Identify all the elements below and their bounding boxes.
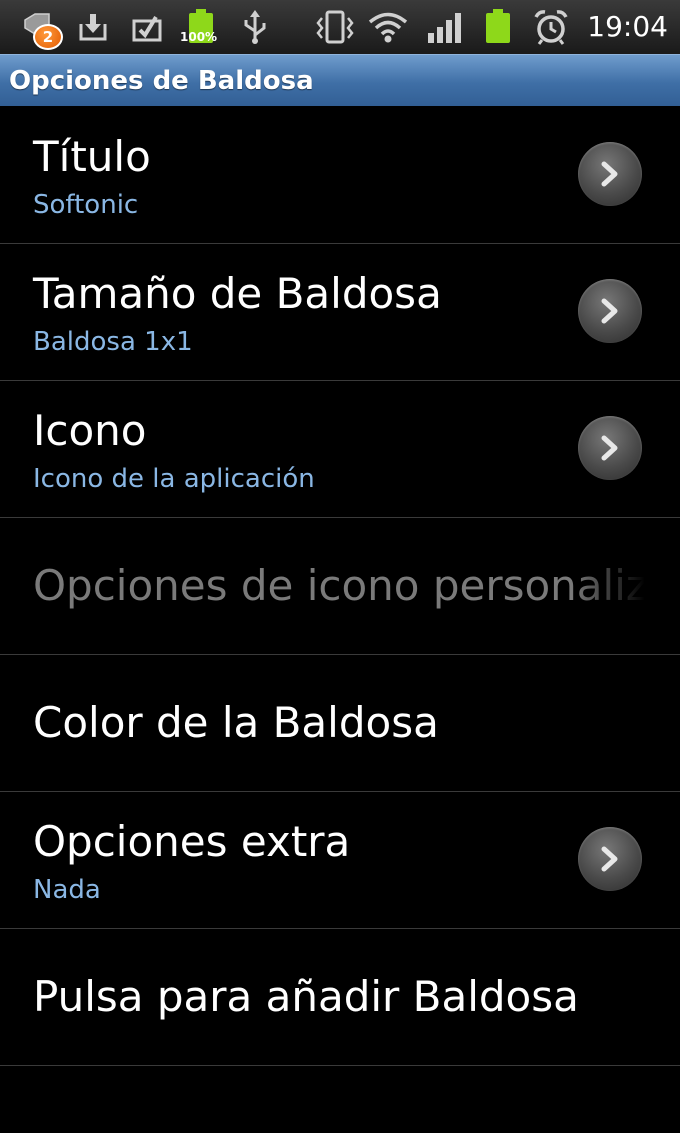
setting-row-custom-icon-options: Opciones de icono personalizado: [0, 518, 680, 655]
setting-summary: Softonic: [33, 190, 139, 220]
signal-icon: [426, 8, 464, 46]
settings-list: Título Softonic Tamaño de Baldosa Baldos…: [0, 107, 680, 1066]
setting-summary: Baldosa 1x1: [33, 327, 193, 357]
chevron-right-icon[interactable]: [578, 416, 642, 480]
setting-title: Tamaño de Baldosa: [33, 269, 442, 318]
setting-title: Opciones de icono personalizado: [33, 561, 645, 610]
title-bar: Opciones de Baldosa: [0, 54, 680, 106]
checkmark-icon: [130, 8, 164, 46]
setting-row-tile-color[interactable]: Color de la Baldosa: [0, 655, 680, 792]
setting-row-title[interactable]: Título Softonic: [0, 107, 680, 244]
vibrate-icon: [313, 8, 357, 46]
page-title: Opciones de Baldosa: [9, 66, 314, 96]
setting-row-extra-options[interactable]: Opciones extra Nada: [0, 792, 680, 929]
setting-summary: Nada: [33, 875, 101, 905]
setting-title: Título: [33, 132, 151, 181]
setting-row-icon[interactable]: Icono Icono de la aplicación: [0, 381, 680, 518]
setting-title: Icono: [33, 406, 147, 455]
usb-icon: [240, 8, 270, 46]
notification-count-badge: 2: [33, 24, 63, 50]
chevron-right-icon[interactable]: [578, 279, 642, 343]
alarm-icon: [532, 8, 570, 46]
setting-row-tile-size[interactable]: Tamaño de Baldosa Baldosa 1x1: [0, 244, 680, 381]
chevron-right-icon[interactable]: [578, 827, 642, 891]
setting-title: Color de la Baldosa: [33, 698, 439, 747]
add-tile-button: Pulsa para añadir Baldosa: [33, 972, 579, 1021]
status-bar: 2 100% 19:04: [0, 0, 680, 54]
chevron-right-icon[interactable]: [578, 142, 642, 206]
screen: 2 100% 19:04 Opciones de Baldosa Título …: [0, 0, 680, 1133]
battery-icon: [484, 8, 512, 46]
setting-row-add-tile[interactable]: Pulsa para añadir Baldosa: [0, 929, 680, 1066]
battery-percent-label: 100%: [180, 30, 218, 44]
status-time: 19:04: [587, 10, 668, 43]
setting-title: Opciones extra: [33, 817, 351, 866]
wifi-icon: [368, 8, 408, 46]
download-icon: [76, 8, 110, 46]
setting-summary: Icono de la aplicación: [33, 464, 315, 494]
